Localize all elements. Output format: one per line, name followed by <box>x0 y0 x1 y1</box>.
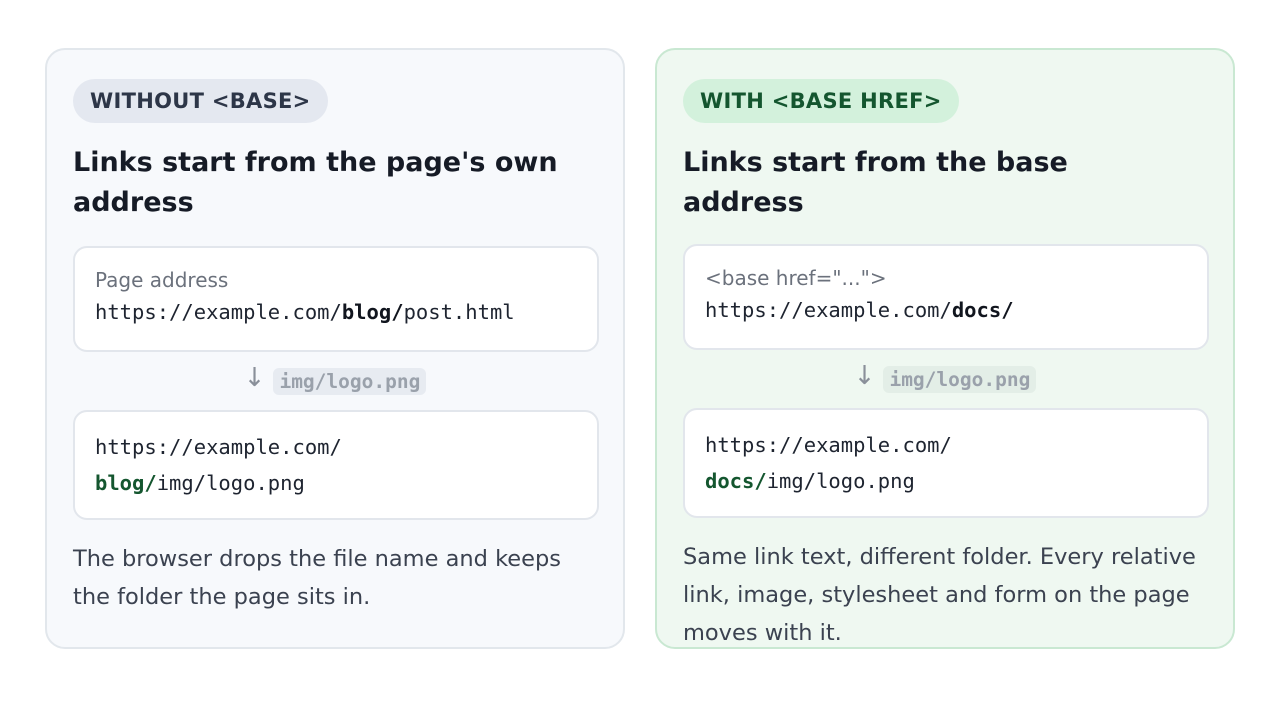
url-suffix: img/logo.png <box>766 469 915 493</box>
url-suffix: post.html <box>403 300 515 324</box>
with-base-panel: WITH <BASE HREF> Links start from the ba… <box>655 48 1235 649</box>
url-suffix: img/logo.png <box>156 471 305 495</box>
url-folder: blog/ <box>95 471 157 495</box>
url-folder: docs/ <box>705 469 767 493</box>
resolved-url: https://example.com/blog/img/logo.png <box>95 429 577 501</box>
base-href-card: <base href="..."> https://example.com/do… <box>683 244 1209 350</box>
with-base-caption: Same link text, different folder. Every … <box>683 544 1196 646</box>
relative-link-chip: img/logo.png <box>273 367 427 395</box>
url-prefix: https://example.com/ <box>705 298 952 322</box>
with-base-badge: WITH <BASE HREF> <box>683 79 959 123</box>
with-base-heading: Links start from the base address <box>683 147 1068 218</box>
url-prefix: https://example.com/ <box>705 433 952 457</box>
without-base-caption: The browser drops the file name and keep… <box>73 546 561 610</box>
page-address-label: Page address <box>95 268 229 292</box>
resolved-url-card: https://example.com/blog/img/logo.png <box>73 410 599 520</box>
base-href-label: <base href="..."> <box>705 266 887 290</box>
without-base-badge: WITHOUT <BASE> <box>73 79 328 123</box>
resolved-url: https://example.com/docs/img/logo.png <box>705 427 1187 499</box>
arrow-down-icon: ↓ <box>853 361 876 391</box>
page-address-card: Page address https://example.com/blog/po… <box>73 246 599 352</box>
comparison-layout: WITHOUT <BASE> Links start from the page… <box>45 48 1235 649</box>
base-href-url: https://example.com/docs/ <box>705 292 1187 328</box>
without-base-heading: Links start from the page's own address <box>73 147 558 218</box>
relative-link-connector: ↓ img/logo.png <box>683 350 1207 408</box>
page-address-url: https://example.com/blog/post.html <box>95 294 577 330</box>
url-folder: blog/ <box>341 300 404 324</box>
without-base-panel: WITHOUT <BASE> Links start from the page… <box>45 48 625 649</box>
url-prefix: https://example.com/ <box>95 300 342 324</box>
resolved-url-card: https://example.com/docs/img/logo.png <box>683 408 1209 518</box>
arrow-down-icon: ↓ <box>243 363 266 393</box>
relative-link-connector: ↓ img/logo.png <box>73 352 597 410</box>
url-folder: docs/ <box>951 298 1014 322</box>
url-prefix: https://example.com/ <box>95 435 342 459</box>
relative-link-chip: img/logo.png <box>883 365 1037 393</box>
